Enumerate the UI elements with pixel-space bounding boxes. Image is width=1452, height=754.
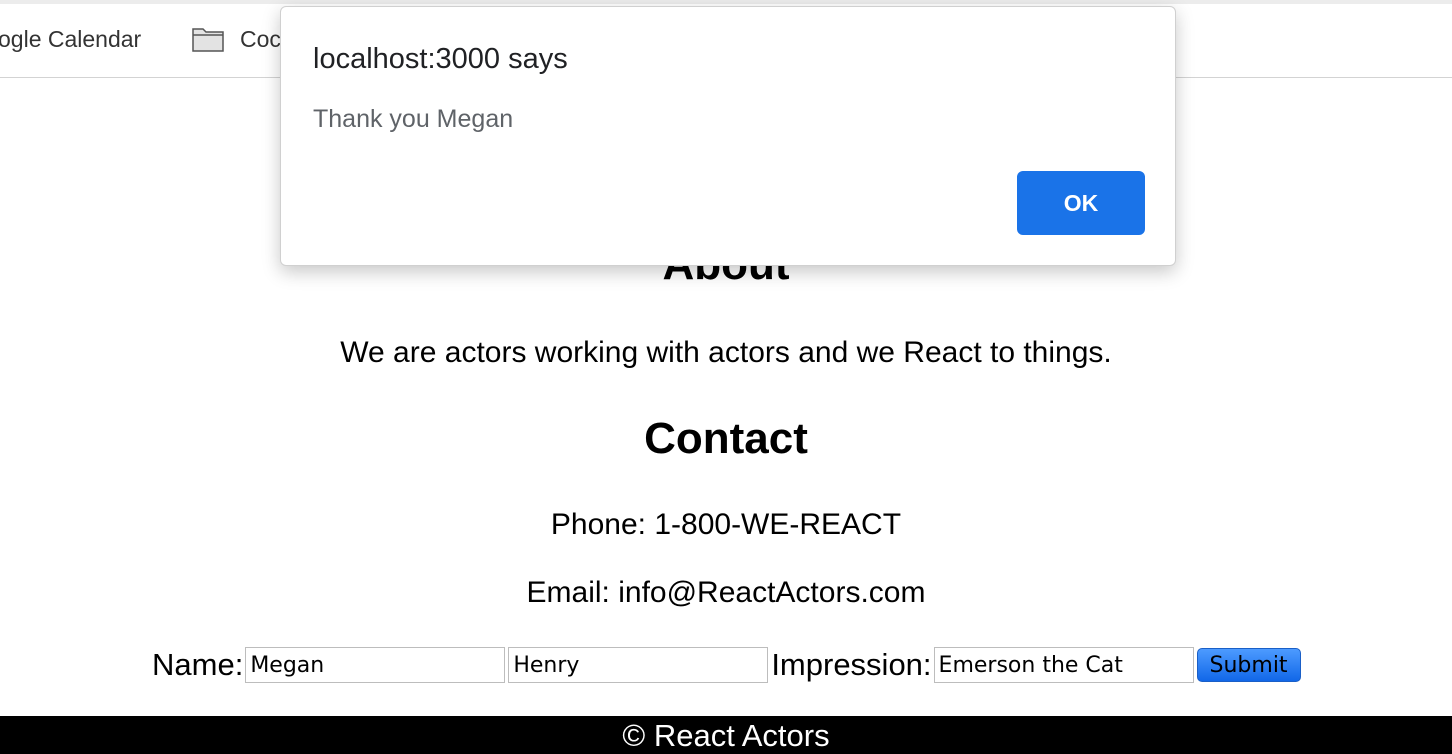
impression-input[interactable]: [933, 647, 1194, 683]
alert-title: localhost:3000 says: [313, 43, 568, 75]
impression-label: Impression:: [771, 647, 932, 682]
footer: © React Actors: [0, 716, 1452, 754]
bookmark-label: Coc: [240, 25, 281, 52]
about-text: We are actors working with actors and we…: [340, 336, 1112, 369]
alert-dialog: localhost:3000 says Thank you Megan OK: [280, 6, 1176, 266]
first-name-input[interactable]: [245, 647, 506, 683]
bookmark-google-calendar[interactable]: ogle Calendar: [0, 24, 141, 54]
last-name-input[interactable]: [508, 647, 769, 683]
submit-button[interactable]: Submit: [1196, 648, 1301, 682]
name-label: Name:: [152, 647, 244, 682]
bookmark-label: ogle Calendar: [0, 25, 142, 52]
folder-icon: [192, 28, 224, 52]
toolbar-edge: [0, 0, 1452, 4]
browser-viewport: ogle Calendar Coc About We are actors wo…: [0, 0, 1452, 754]
ok-button[interactable]: OK: [1017, 171, 1145, 235]
phone-text: Phone: 1-800-WE-REACT: [550, 508, 902, 541]
bookmark-folder[interactable]: Coc: [192, 24, 281, 54]
contact-heading: Contact: [644, 414, 808, 463]
alert-message: Thank you Megan: [313, 105, 514, 133]
contact-form: Name: Impression: Submit: [152, 645, 1301, 685]
email-text: Email: info@ReactActors.com: [526, 576, 926, 609]
